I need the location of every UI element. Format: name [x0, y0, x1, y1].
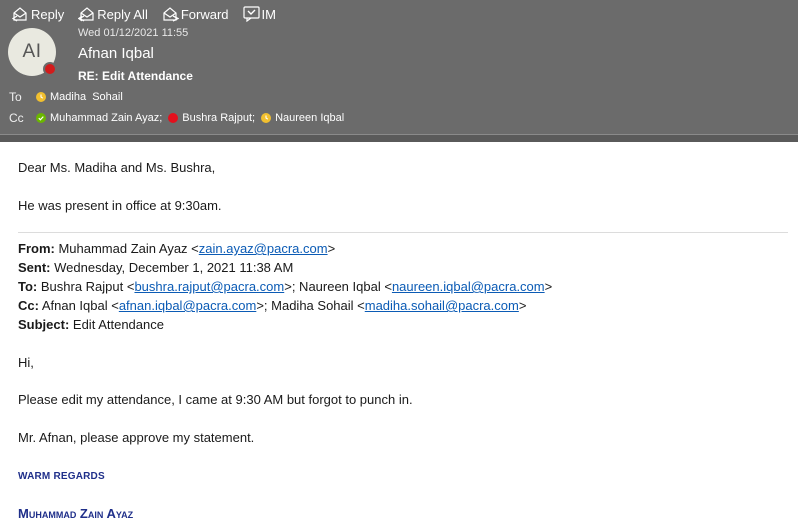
recipient-bushra-rajput[interactable]: Bushra Rajput;: [168, 112, 255, 124]
forward-icon: [163, 6, 179, 22]
cc-end: >: [518, 298, 527, 313]
signature-name: Muhammad Zain Ayaz: [18, 506, 134, 518]
recipient-name: Madiha Sohail: [50, 91, 123, 103]
sent-label: Sent:: [18, 260, 51, 275]
quoted-from: From: Muhammad Zain Ayaz <zain.ayaz@pacr…: [18, 239, 335, 258]
recipient-muhammad-zain-ayaz[interactable]: Muhammad Zain Ayaz;: [36, 112, 162, 124]
recipient-name: Naureen Iqbal: [275, 112, 345, 124]
to-end: >: [544, 279, 553, 294]
quoted-cc-label: Cc:: [18, 298, 39, 313]
cc-name: Afnan Iqbal <: [38, 298, 119, 313]
reply-all-icon: [78, 6, 94, 22]
im-button[interactable]: IM: [242, 6, 276, 22]
to-email-link[interactable]: naureen.iqbal@pacra.com: [392, 279, 545, 294]
quoted-cc: Cc: Afnan Iqbal <afnan.iqbal@pacra.com>;…: [18, 296, 526, 315]
closing-regards: WARM REGARDS: [18, 471, 105, 482]
to-name: Bushra Rajput <: [37, 279, 135, 294]
instant-message-icon: [242, 6, 260, 22]
reply-button[interactable]: Reply: [12, 7, 64, 22]
cc-email-link[interactable]: afnan.iqbal@pacra.com: [119, 298, 257, 313]
reply-text: He was present in office at 9:30am.: [18, 198, 222, 213]
presence-away-icon: [36, 92, 46, 102]
cc-label: Cc: [9, 111, 24, 125]
quoted-greeting: Hi,: [18, 355, 34, 370]
presence-busy-icon: [168, 113, 179, 123]
sender-name[interactable]: Afnan Iqbal: [78, 45, 154, 62]
action-toolbar: Reply Reply All Forward IM: [12, 5, 290, 23]
to-label: To: [9, 90, 22, 104]
from-name: Muhammad Zain Ayaz <: [54, 241, 199, 256]
from-end: >: [327, 241, 336, 256]
to-recipients: Madiha Sohail: [36, 91, 123, 103]
reply-all-label: Reply All: [97, 6, 148, 22]
recipient-name: Muhammad Zain Ayaz;: [50, 112, 163, 124]
im-label: IM: [261, 6, 276, 22]
cc-recipients: Muhammad Zain Ayaz; Bushra Rajput; Naure…: [36, 112, 344, 124]
quoted-to-label: To:: [18, 279, 38, 294]
quoted-approve: Mr. Afnan, please approve my statement.: [18, 430, 255, 445]
quoted-subject: Subject: Edit Attendance: [18, 315, 164, 334]
sent-value: Wednesday, December 1, 2021 11:38 AM: [50, 260, 294, 275]
recipient-naureen-iqbal[interactable]: Naureen Iqbal: [261, 112, 344, 124]
message-header: Reply Reply All Forward IM AI Wed 01/12/…: [0, 0, 798, 134]
forward-label: Forward: [180, 6, 229, 22]
header-gap: [0, 135, 798, 142]
reply-all-button[interactable]: Reply All: [78, 7, 148, 22]
recipient-name: Bushra Rajput;: [182, 112, 256, 124]
recipient-madiha-sohail[interactable]: Madiha Sohail: [36, 91, 123, 103]
forward-button[interactable]: Forward: [162, 7, 229, 22]
to-email-link[interactable]: bushra.rajput@pacra.com: [134, 279, 284, 294]
cc-email-link[interactable]: madiha.sohail@pacra.com: [365, 298, 519, 313]
presence-away-icon: [261, 113, 272, 123]
reply-label: Reply: [31, 6, 65, 22]
reply-icon: [12, 6, 27, 22]
quoted-sent: Sent: Wednesday, December 1, 2021 11:38 …: [18, 258, 293, 277]
presence-available-icon: [36, 113, 46, 123]
to-separator: >; Naureen Iqbal <: [284, 279, 392, 294]
greeting: Dear Ms. Madiha and Ms. Bushra,: [18, 160, 216, 175]
from-email-link[interactable]: zain.ayaz@pacra.com: [199, 241, 328, 256]
quoted-request: Please edit my attendance, I came at 9:3…: [18, 392, 413, 407]
quoted-subject-value: Edit Attendance: [69, 317, 164, 332]
quoted-to: To: Bushra Rajput <bushra.rajput@pacra.c…: [18, 277, 552, 296]
message-subject: RE: Edit Attendance: [78, 69, 193, 83]
quoted-subject-label: Subject:: [18, 317, 70, 332]
quote-divider: [18, 232, 788, 233]
cc-separator: >; Madiha Sohail <: [256, 298, 365, 313]
sender-presence-busy-icon: [43, 62, 57, 76]
message-date: Wed 01/12/2021 11:55: [78, 27, 189, 39]
from-label: From:: [18, 241, 55, 256]
